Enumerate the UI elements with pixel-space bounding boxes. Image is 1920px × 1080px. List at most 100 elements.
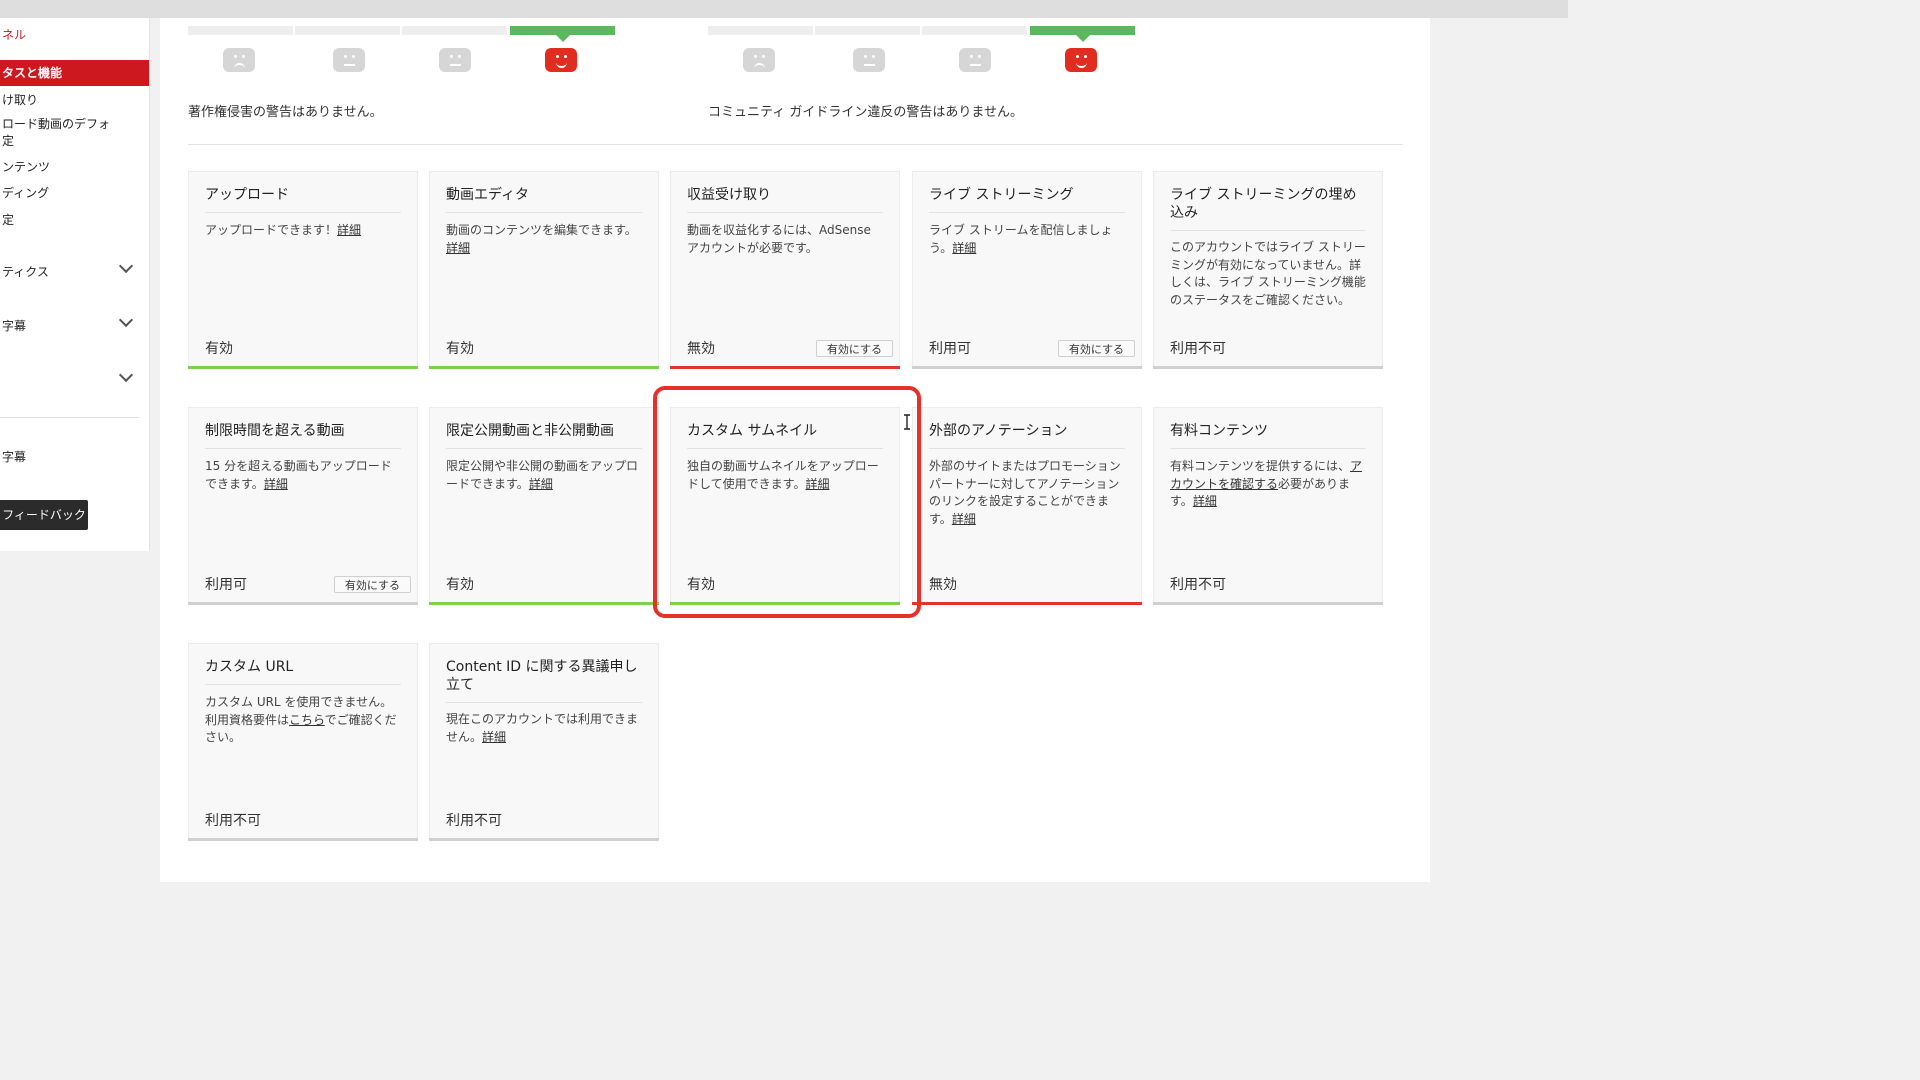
community-standing: コミュニティ ガイドライン違反の警告はありません。 (708, 26, 1138, 126)
card-description: このアカウントではライブ ストリーミングが有効になっていません。詳しくは、ライブ… (1170, 240, 1366, 307)
feature-card-live-embed[interactable]: ライブ ストリーミングの埋め込み このアカウントではライブ ストリーミングが有効… (1153, 171, 1383, 369)
status-bar (1153, 366, 1383, 369)
card-description: 15 分を超える動画もアップロードできます。詳細 (205, 459, 392, 491)
card-status: 利用可 (929, 341, 971, 357)
sad-face-icon (223, 48, 255, 72)
status-bar (1153, 602, 1383, 605)
standing-segment (188, 26, 293, 35)
card-description: アップロードできます！詳細 (205, 223, 362, 237)
details-link[interactable]: 詳細 (1193, 494, 1217, 508)
enable-button[interactable]: 有効にする (1057, 340, 1135, 357)
card-status: 利用不可 (446, 813, 502, 829)
card-status: 利用不可 (1170, 341, 1226, 357)
feature-card-paid-content[interactable]: 有料コンテンツ 有料コンテンツを提供するには、アカウントを確認する必要があります… (1153, 407, 1383, 605)
details-link[interactable]: 詳細 (337, 223, 361, 237)
chevron-down-icon[interactable] (118, 263, 134, 274)
card-status: 有効 (446, 577, 474, 593)
sidebar-item-branding[interactable]: ディング (0, 184, 149, 201)
neutral-face-icon (959, 48, 991, 72)
card-status: 有効 (446, 341, 474, 357)
card-description: 有料コンテンツを提供するには、アカウントを確認する必要があります。詳細 (1170, 459, 1363, 508)
status-bar (188, 838, 418, 841)
feature-card-video-editor[interactable]: 動画エディタ 動画のコンテンツを編集できます。詳細 有効 (429, 171, 659, 369)
sidebar-divider (0, 417, 139, 418)
details-link[interactable]: 詳細 (529, 477, 553, 491)
highlight-box (653, 386, 921, 618)
sidebar-channel-title[interactable]: ネル (0, 26, 149, 43)
card-title: アップロード (205, 186, 401, 213)
enable-button[interactable]: 有効にする (815, 340, 893, 357)
card-title: ライブ ストリーミング (929, 186, 1125, 213)
card-title: 制限時間を超える動画 (205, 422, 401, 449)
card-status: 無効 (687, 341, 715, 357)
sad-face-icon (743, 48, 775, 72)
card-status: 有効 (205, 341, 233, 357)
sidebar-item-monetization[interactable]: け取り (0, 91, 149, 108)
card-title: 外部のアノテーション (929, 422, 1125, 449)
text-cursor-icon (904, 414, 910, 430)
details-link[interactable]: 詳細 (952, 512, 976, 526)
status-bar (670, 366, 900, 369)
feature-card-upload[interactable]: アップロード アップロードできます！詳細 有効 (188, 171, 418, 369)
status-bar (429, 366, 659, 369)
card-status: 利用不可 (1170, 577, 1226, 593)
standing-segment (295, 26, 400, 35)
status-bar (429, 602, 659, 605)
feature-card-content-id-appeals[interactable]: Content ID に関する異議申し立て 現在このアカウントでは利用できません… (429, 643, 659, 841)
card-title: カスタム URL (205, 658, 401, 685)
details-link[interactable]: 詳細 (482, 730, 506, 744)
enable-button[interactable]: 有効にする (333, 576, 411, 593)
browser-top-bar (0, 0, 1568, 18)
copyright-standing: 著作権侵害の警告はありません。 (188, 26, 618, 126)
standing-segment (922, 26, 1027, 35)
sidebar-item-subtitles-section[interactable]: 字幕 (0, 317, 149, 334)
card-status: 利用可 (205, 577, 247, 593)
sidebar-item-upload-defaults[interactable]: ロード動画のデフォ (0, 115, 149, 132)
sidebar-item-status-features[interactable]: タスと機能 (0, 60, 149, 86)
card-title: 動画エディタ (446, 186, 642, 213)
feature-card-custom-url[interactable]: カスタム URL カスタム URL を使用できません。利用資格要件はこちらでご確… (188, 643, 418, 841)
details-link[interactable]: 詳細 (952, 241, 976, 255)
card-description: 外部のサイトまたはプロモーション パートナーに対してアノテーションのリンクを設定… (929, 459, 1121, 526)
copyright-standing-message: 著作権侵害の警告はありません。 (188, 105, 383, 120)
happy-face-icon (1065, 48, 1097, 72)
feedback-button[interactable]: フィードバック (0, 500, 88, 530)
neutral-face-icon (333, 48, 365, 72)
card-description: 動画を収益化するには、AdSense アカウントが必要です。 (687, 223, 871, 255)
neutral-face-icon (853, 48, 885, 72)
status-bar (429, 838, 659, 841)
sidebar-item-upload-defaults-cont: 定 (2, 134, 15, 148)
sidebar-item-collapsed-section[interactable] (0, 372, 149, 388)
details-link[interactable]: 詳細 (446, 241, 470, 255)
sidebar-item-settings[interactable]: 定 (0, 211, 149, 228)
feature-card-external-annotations[interactable]: 外部のアノテーション 外部のサイトまたはプロモーション パートナーに対してアノテ… (912, 407, 1142, 605)
standing-segment-active (510, 26, 615, 42)
card-description: 動画のコンテンツを編集できます。詳細 (446, 223, 637, 255)
details-link[interactable]: 詳細 (264, 477, 288, 491)
status-bar (912, 366, 1142, 369)
neutral-face-icon (439, 48, 471, 72)
card-title: 限定公開動画と非公開動画 (446, 422, 642, 449)
card-description: 現在このアカウントでは利用できません。詳細 (446, 712, 639, 744)
card-title: 収益受け取り (687, 186, 883, 213)
card-description: カスタム URL を使用できません。利用資格要件はこちらでご確認ください。 (205, 695, 397, 744)
sidebar-item-contents[interactable]: ンテンツ (0, 158, 149, 175)
eligibility-link[interactable]: こちら (289, 713, 325, 727)
section-divider (188, 144, 1403, 145)
status-bar (188, 366, 418, 369)
feature-card-unlisted-private[interactable]: 限定公開動画と非公開動画 限定公開や非公開の動画をアップロードできます。詳細 有… (429, 407, 659, 605)
sidebar-item-analytics[interactable]: ティクス (0, 263, 149, 280)
feature-card-monetization[interactable]: 収益受け取り 動画を収益化するには、AdSense アカウントが必要です。 無効… (670, 171, 900, 369)
standing-segment-active (1030, 26, 1135, 42)
card-title: Content ID に関する異議申し立て (446, 658, 642, 703)
chevron-down-icon[interactable] (118, 317, 134, 328)
card-description: ライブ ストリームを配信しましょう。詳細 (929, 223, 1113, 255)
community-standing-message: コミュニティ ガイドライン違反の警告はありません。 (708, 105, 1023, 120)
feature-card-live-streaming[interactable]: ライブ ストリーミング ライブ ストリームを配信しましょう。詳細 利用可 有効に… (912, 171, 1142, 369)
chevron-down-icon[interactable] (118, 372, 134, 383)
standing-segment (815, 26, 920, 35)
sidebar-item-subtitles[interactable]: 字幕 (0, 448, 149, 465)
status-bar (188, 602, 418, 605)
feature-card-longer-videos[interactable]: 制限時間を超える動画 15 分を超える動画もアップロードできます。詳細 利用可 … (188, 407, 418, 605)
sidebar: ネル タスと機能 け取り ロード動画のデフォ 定 ンテンツ ディング 定 ティク… (0, 18, 150, 551)
